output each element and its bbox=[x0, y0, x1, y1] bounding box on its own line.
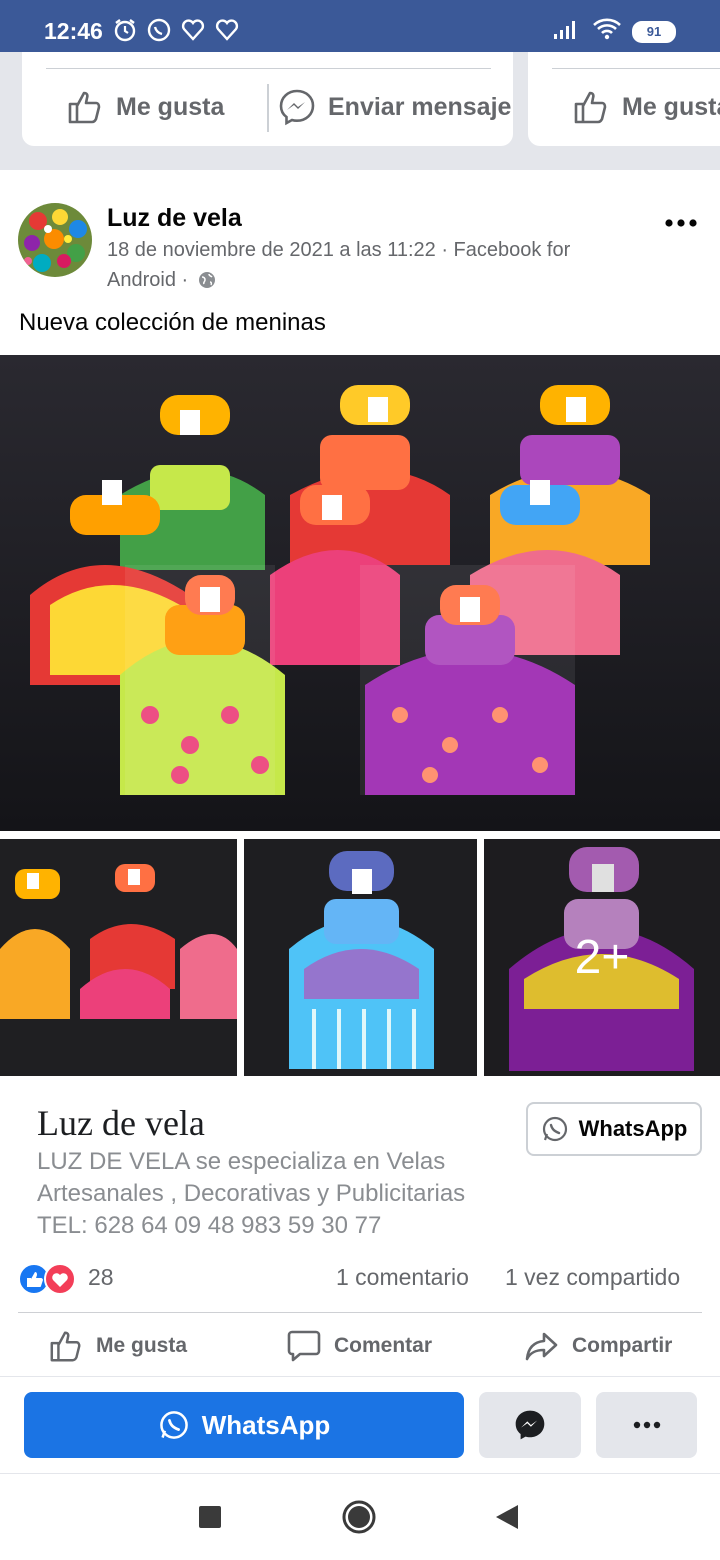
link-preview-description: LUZ DE VELA se especializa en Velas Arte… bbox=[37, 1146, 517, 1242]
comment-icon bbox=[287, 1330, 321, 1362]
post-photo-more[interactable]: 2+ bbox=[484, 839, 720, 1076]
link-preview-title[interactable]: Luz de vela bbox=[37, 1102, 205, 1144]
comment-label: Comentar bbox=[334, 1334, 433, 1357]
card-like-button[interactable]: Me gusta bbox=[66, 88, 224, 126]
post-author[interactable]: Luz de vela bbox=[107, 204, 242, 233]
post-photo-thumbnail[interactable] bbox=[0, 839, 237, 1076]
reaction-count[interactable]: 28 bbox=[88, 1264, 114, 1291]
like-label: Me gusta bbox=[96, 1334, 188, 1357]
thumbs-up-icon bbox=[50, 1331, 81, 1362]
thumbs-up-icon bbox=[68, 91, 101, 124]
link-preview-description-text: LUZ DE VELA se especializa en Velas Arte… bbox=[37, 1148, 466, 1207]
comment-button[interactable]: Comentar bbox=[286, 1328, 432, 1364]
more-photos-count: 2+ bbox=[484, 839, 720, 1076]
battery-icon: 91 bbox=[632, 20, 676, 43]
share-icon bbox=[525, 1332, 558, 1361]
post-photo-main[interactable] bbox=[0, 355, 720, 831]
messenger-icon bbox=[279, 89, 315, 126]
shares-count[interactable]: 1 vez compartido bbox=[505, 1264, 680, 1291]
more-options-icon bbox=[633, 1421, 660, 1429]
globe-icon bbox=[198, 272, 215, 288]
more-actions-button[interactable] bbox=[596, 1392, 697, 1458]
home-icon[interactable] bbox=[342, 1500, 376, 1534]
whatsapp-cta-label: WhatsApp bbox=[201, 1409, 331, 1440]
card-send-message-label: Enviar mensaje bbox=[328, 92, 512, 121]
share-label: Compartir bbox=[572, 1334, 673, 1357]
post-photo-thumbnail[interactable] bbox=[244, 839, 477, 1076]
share-button[interactable]: Compartir bbox=[524, 1328, 672, 1364]
suggested-page-card: Me gusta Enviar mensaje bbox=[22, 52, 513, 146]
link-preview-whatsapp-label: WhatsApp bbox=[578, 1116, 688, 1141]
card-like-label: Me gusta bbox=[116, 92, 225, 121]
card-like-button[interactable]: Me gusta bbox=[572, 88, 720, 126]
whatsapp-icon bbox=[159, 1411, 188, 1439]
comments-count[interactable]: 1 comentario bbox=[336, 1264, 469, 1291]
more-options-icon[interactable] bbox=[664, 216, 698, 230]
messenger-button[interactable] bbox=[479, 1392, 581, 1458]
card-send-message-button[interactable]: Enviar mensaje bbox=[278, 88, 511, 126]
wifi-icon bbox=[592, 17, 622, 46]
whatsapp-icon bbox=[542, 1116, 567, 1142]
whatsapp-icon bbox=[146, 17, 172, 43]
card-like-label: Me gusta bbox=[622, 92, 720, 121]
status-bar: 12:46 91 bbox=[0, 0, 720, 52]
suggested-page-card: Me gusta bbox=[528, 52, 720, 146]
recents-icon[interactable] bbox=[199, 1506, 221, 1528]
page-avatar[interactable] bbox=[18, 203, 92, 277]
system-navigation-bar bbox=[0, 1474, 720, 1560]
link-preview-phone: TEL: 628 64 09 48 983 59 30 77 bbox=[37, 1212, 382, 1239]
messenger-icon bbox=[515, 1410, 545, 1440]
signal-icon bbox=[552, 18, 582, 45]
love-reaction-icon bbox=[44, 1263, 76, 1295]
divider bbox=[18, 1312, 702, 1313]
post-text: Nueva colección de meninas bbox=[19, 309, 326, 336]
alarm-icon bbox=[112, 17, 138, 43]
thumbs-up-icon bbox=[574, 91, 607, 124]
back-icon[interactable] bbox=[496, 1505, 518, 1529]
status-time: 12:46 bbox=[44, 18, 103, 44]
whatsapp-cta-button[interactable]: WhatsApp bbox=[24, 1392, 464, 1458]
heart-icon bbox=[214, 17, 240, 43]
reactions-summary[interactable] bbox=[18, 1263, 76, 1295]
post-meta: 18 de noviembre de 2021 a las 11:22 · Fa… bbox=[107, 235, 637, 295]
post-timestamp: 18 de noviembre de 2021 a las 11:22 · Fa… bbox=[107, 239, 571, 291]
like-button[interactable]: Me gusta bbox=[48, 1328, 187, 1364]
heart-icon bbox=[180, 17, 206, 43]
link-preview-whatsapp-button[interactable]: WhatsApp bbox=[526, 1102, 702, 1156]
